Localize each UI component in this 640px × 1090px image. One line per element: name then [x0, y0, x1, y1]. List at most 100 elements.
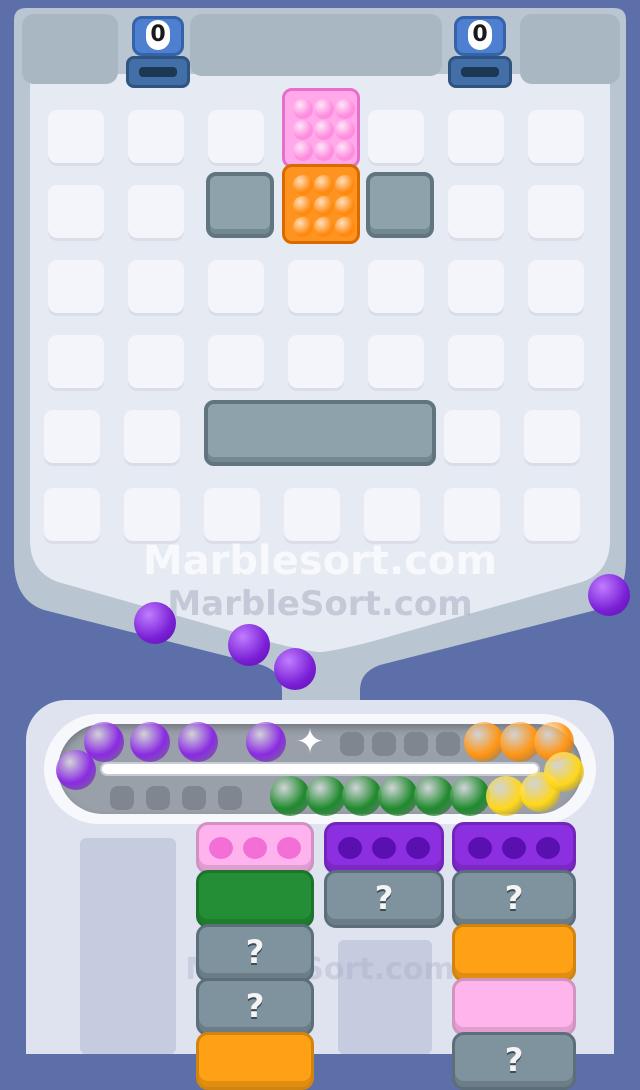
grid-cell — [208, 110, 264, 166]
marble — [335, 99, 355, 119]
belt-slot — [146, 786, 170, 810]
loose-marble — [228, 624, 270, 666]
belt-marble — [178, 722, 218, 762]
open-bin[interactable] — [196, 822, 314, 874]
sparkle-icon: ✦ — [295, 722, 325, 762]
marble — [314, 217, 334, 237]
grid-cell — [208, 260, 264, 316]
loose-marble — [134, 602, 176, 644]
grid-cell — [448, 335, 504, 391]
question-mark-icon: ? — [245, 987, 265, 1025]
marble — [314, 120, 334, 140]
counter-slot — [126, 56, 190, 88]
belt-marble — [464, 722, 504, 762]
hidden-bin[interactable]: ? — [324, 870, 444, 928]
color-bin[interactable] — [452, 924, 576, 982]
grid-cell — [368, 110, 424, 166]
grid-cell — [288, 335, 344, 391]
grid-cell — [524, 410, 580, 466]
hidden-bin[interactable]: ? — [196, 924, 314, 982]
counter-value: 0 — [146, 20, 170, 50]
marble — [335, 141, 355, 161]
question-mark-icon: ? — [504, 1041, 524, 1079]
grid-cell — [44, 410, 100, 466]
belt-slot — [340, 732, 364, 756]
color-bin[interactable] — [196, 870, 314, 928]
counter-value: 0 — [468, 20, 492, 50]
grid-cell — [48, 185, 104, 241]
grid-cell — [284, 488, 340, 544]
marble — [293, 217, 313, 237]
belt-marble — [306, 776, 346, 816]
grid-cell — [48, 335, 104, 391]
belt-marble — [450, 776, 490, 816]
grid-cell — [288, 260, 344, 316]
marble — [335, 120, 355, 140]
grid-cell — [208, 335, 264, 391]
obstacle-block — [206, 172, 274, 238]
obstacle-block — [366, 172, 434, 238]
belt-marble — [414, 776, 454, 816]
grid-cell — [528, 185, 584, 241]
belt-marble — [342, 776, 382, 816]
marble — [293, 99, 313, 119]
belt-slot — [372, 732, 396, 756]
belt-slot — [110, 786, 134, 810]
color-bin[interactable] — [196, 1032, 314, 1090]
grid-cell — [128, 110, 184, 166]
hidden-bin[interactable]: ? — [452, 1032, 576, 1090]
marble — [335, 175, 355, 195]
grid-cell — [448, 260, 504, 316]
marble — [314, 175, 334, 195]
marble — [293, 175, 313, 195]
pink-marble-block[interactable] — [282, 88, 360, 168]
marble — [293, 120, 313, 140]
grid-cell — [128, 185, 184, 241]
marble — [335, 217, 355, 237]
grid-cell — [448, 110, 504, 166]
bin-holes — [199, 837, 311, 859]
bin-holes — [455, 837, 573, 859]
watermark: Marblesort.com — [142, 538, 498, 584]
belt-marble — [270, 776, 310, 816]
grid-cell — [528, 335, 584, 391]
marble — [314, 141, 334, 161]
loose-marble — [588, 574, 630, 616]
grid-cell — [44, 488, 100, 544]
loose-marble — [274, 648, 316, 690]
grid-cell — [368, 260, 424, 316]
grid-cell — [448, 185, 504, 241]
grid-cell — [124, 410, 180, 466]
open-bin[interactable] — [452, 822, 576, 874]
open-bin[interactable] — [324, 822, 444, 874]
question-mark-icon: ? — [504, 879, 524, 917]
hidden-bin[interactable]: ? — [196, 978, 314, 1036]
grid-cell — [124, 488, 180, 544]
grid-cell — [204, 488, 260, 544]
orange-marble-block[interactable] — [282, 164, 360, 244]
counter-slot — [448, 56, 512, 88]
marble — [314, 196, 334, 216]
grid-cell — [444, 488, 500, 544]
belt-slot — [182, 786, 206, 810]
hidden-bin[interactable]: ? — [452, 870, 576, 928]
belt-marble — [378, 776, 418, 816]
marble — [293, 141, 313, 161]
belt-marble — [246, 722, 286, 762]
belt-slot — [218, 786, 242, 810]
belt-slot — [436, 732, 460, 756]
bin-holes — [327, 837, 441, 859]
belt-marble — [130, 722, 170, 762]
color-bin[interactable] — [452, 978, 576, 1036]
grid-cell — [48, 260, 104, 316]
belt-marble — [544, 752, 584, 792]
grid-cell — [528, 110, 584, 166]
marble — [293, 196, 313, 216]
grid-cell — [528, 260, 584, 316]
marble — [314, 99, 334, 119]
question-mark-icon: ? — [245, 933, 265, 971]
counter-right: 0 — [448, 16, 512, 90]
belt-slot — [404, 732, 428, 756]
grid-cell — [364, 488, 420, 544]
question-mark-icon: ? — [374, 879, 394, 917]
